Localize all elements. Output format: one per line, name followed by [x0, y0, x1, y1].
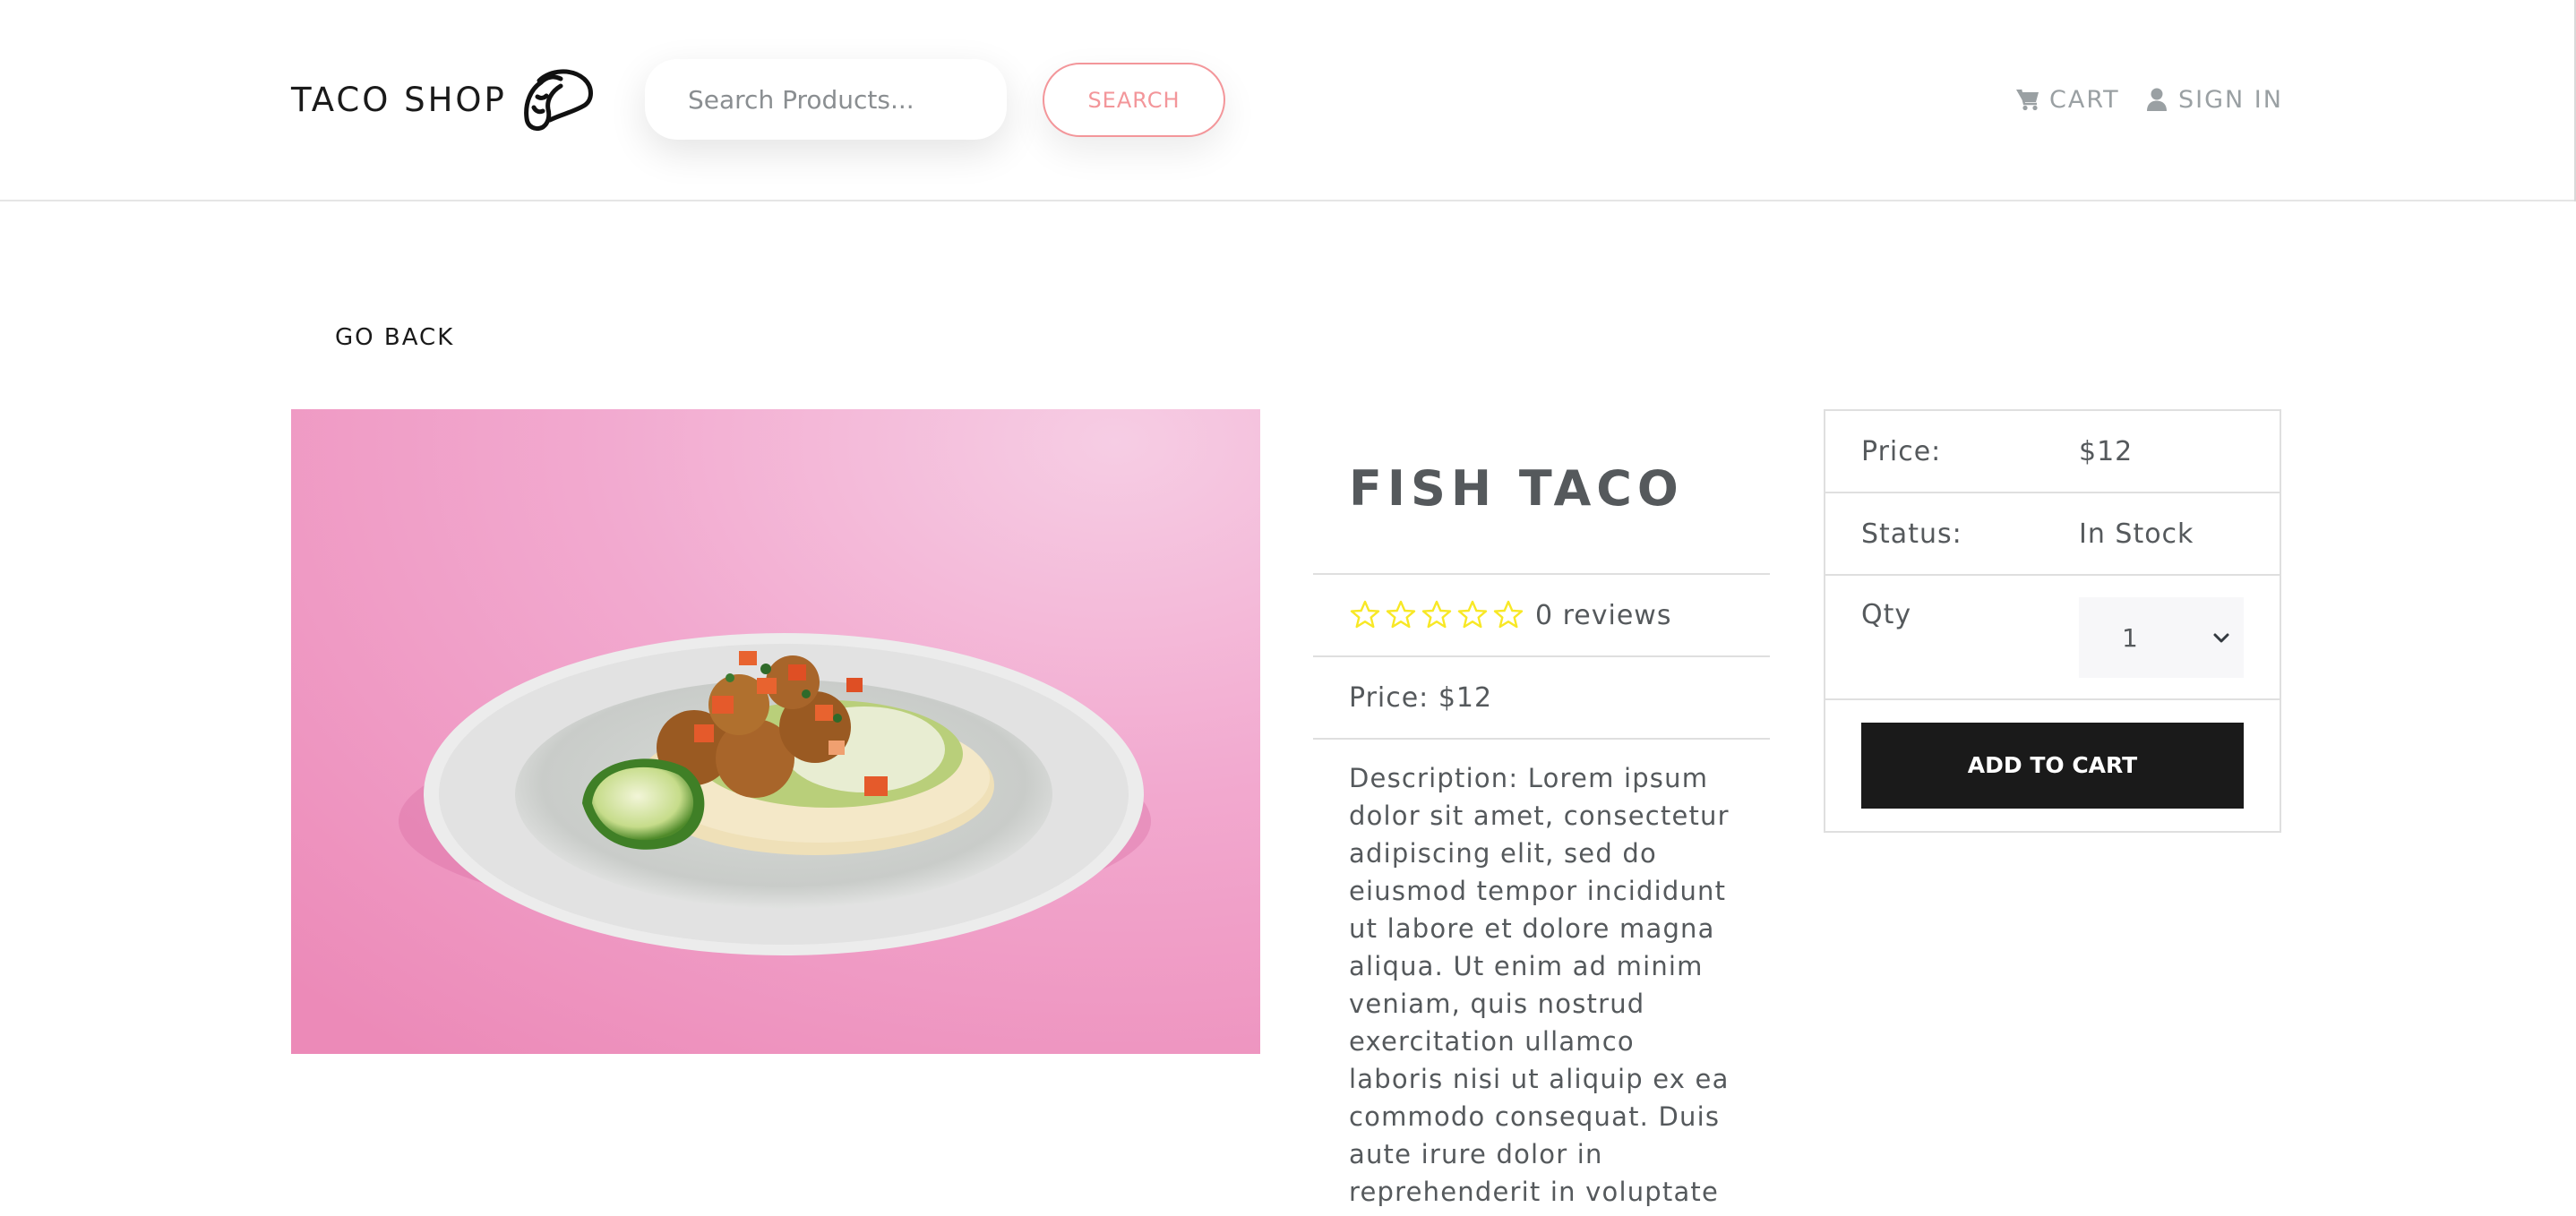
star-outline-icon: [1493, 600, 1524, 629]
nav-signin-label: SIGN IN: [2178, 85, 2283, 114]
user-icon: [2147, 88, 2167, 111]
star-outline-icon: [1457, 600, 1488, 629]
product-details: FISH TACO 0 reviews Price: $12 Descripti…: [1313, 409, 1770, 1216]
nav-signin-link[interactable]: SIGN IN: [2144, 81, 2283, 117]
add-to-cart-button[interactable]: ADD TO CART: [1861, 722, 2244, 809]
product-rating: 0 reviews: [1313, 575, 1770, 657]
brand-link[interactable]: TACO SHOP: [291, 64, 597, 134]
page: TACO SHOP SEARCH CART: [0, 0, 2576, 1216]
reviews-count: 0 reviews: [1535, 599, 1672, 631]
card-price-label: Price:: [1861, 435, 1942, 467]
card-status-label: Status:: [1861, 518, 1962, 550]
rating-stars: [1349, 599, 1524, 631]
qty-select[interactable]: 1: [2079, 597, 2244, 678]
card-qty-row: Qty 1: [1825, 576, 2280, 700]
nav-cart-label: CART: [2049, 85, 2120, 114]
star-outline-icon: [1350, 600, 1380, 629]
card-price-value: $12: [2079, 435, 2134, 467]
nav-cart-link[interactable]: CART: [2015, 81, 2120, 117]
product-title: FISH TACO: [1313, 409, 1770, 575]
card-price-row: Price: $12: [1825, 411, 2280, 493]
shopping-cart-icon: [2016, 89, 2039, 111]
navbar: TACO SHOP SEARCH CART: [0, 0, 2576, 201]
search-input[interactable]: [645, 59, 1007, 140]
card-status-value: In Stock: [2079, 518, 2194, 550]
cart-card: Price: $12 Status: In Stock Qty 1 ADD TO…: [1824, 409, 2281, 833]
product-description: Description: Lorem ipsum dolor sit amet,…: [1349, 763, 1730, 1216]
search-button[interactable]: SEARCH: [1043, 63, 1225, 137]
taco-icon: [523, 69, 593, 132]
go-back-button[interactable]: GO BACK: [313, 315, 476, 360]
card-qty-label: Qty: [1861, 599, 1912, 630]
card-status-row: Status: In Stock: [1825, 493, 2280, 576]
product-image: [291, 409, 1260, 1054]
star-outline-icon: [1421, 600, 1452, 629]
chevron-down-icon: [2213, 633, 2229, 643]
star-outline-icon: [1386, 600, 1416, 629]
qty-selected-value: 1: [2122, 622, 2138, 653]
card-action-row: ADD TO CART: [1825, 700, 2280, 830]
product-price: Price: $12: [1313, 657, 1770, 740]
fish-taco-photo: [291, 409, 1260, 1054]
brand-name: TACO SHOP: [291, 80, 507, 119]
